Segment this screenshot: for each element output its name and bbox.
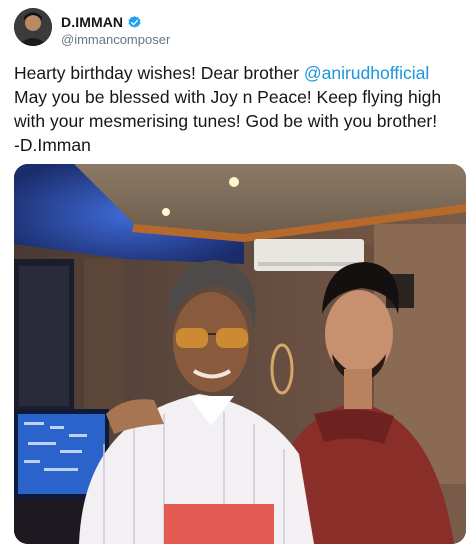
author-handle[interactable]: @immancomposer bbox=[61, 32, 170, 47]
author-name-row: D.IMMAN bbox=[61, 14, 142, 30]
tweet-text-line-3: with your mesmerising tunes! God be with… bbox=[14, 111, 438, 131]
tweet-photo[interactable] bbox=[14, 164, 466, 544]
tweet-text: Hearty birthday wishes! Dear brother @an… bbox=[14, 61, 466, 157]
tweet-header: D.IMMAN @immancomposer bbox=[14, 8, 454, 52]
author-display-name[interactable]: D.IMMAN bbox=[61, 14, 123, 30]
verified-badge-icon bbox=[127, 15, 142, 30]
tweet-text-line-2: May you be blessed with Joy n Peace! Kee… bbox=[14, 87, 442, 107]
tweet-text-line-1-prefix: Hearty birthday wishes! Dear brother bbox=[14, 63, 304, 83]
tweet-text-line-4: -D.Imman bbox=[14, 135, 91, 155]
tweet-text-line-1: Hearty birthday wishes! Dear brother @an… bbox=[14, 61, 466, 85]
avatar[interactable] bbox=[14, 8, 52, 46]
mention-link[interactable]: @anirudhofficial bbox=[304, 63, 429, 83]
